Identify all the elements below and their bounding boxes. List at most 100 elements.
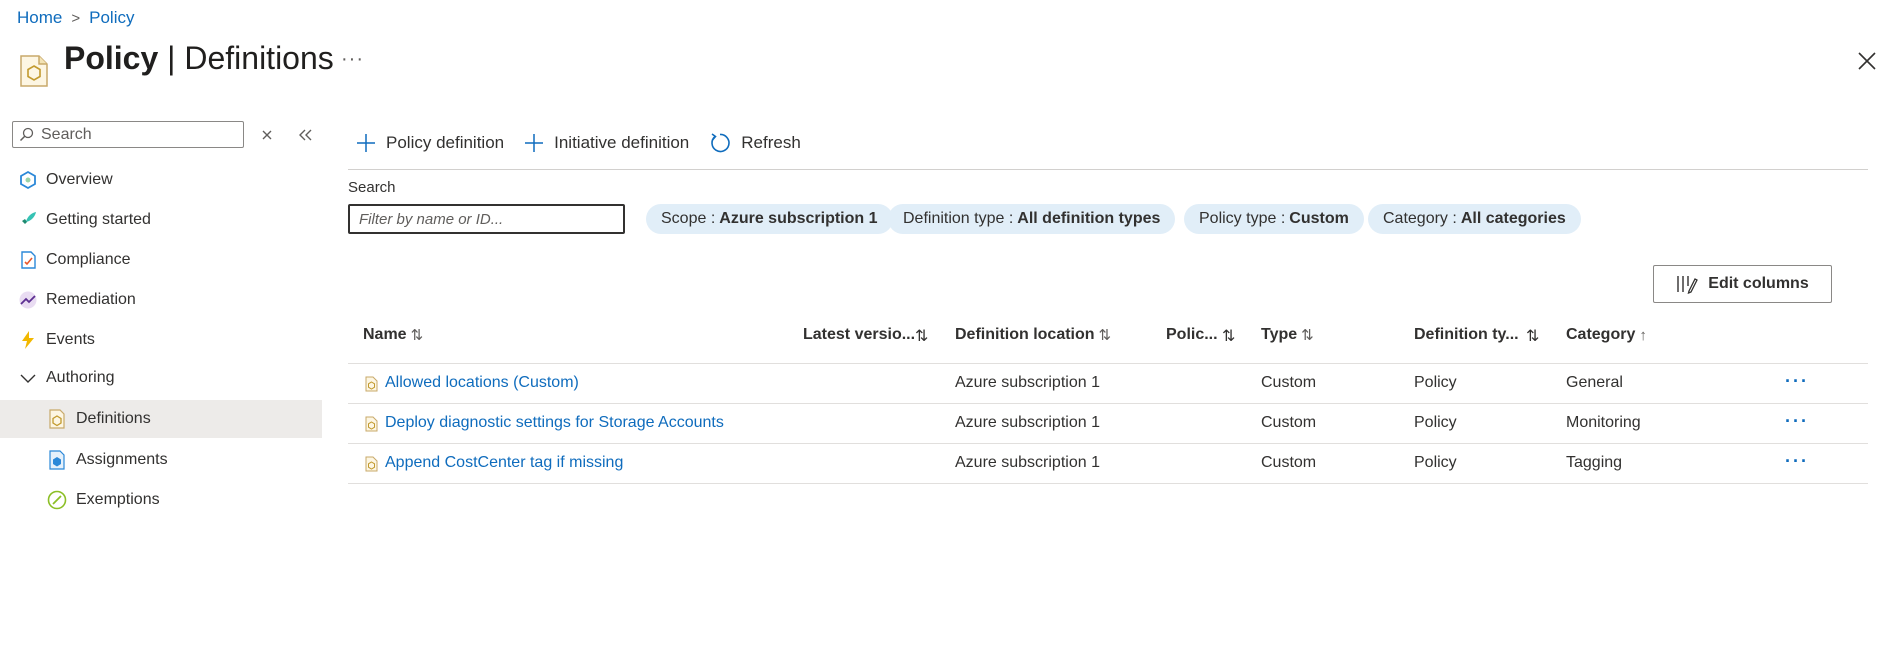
pill-key: Category : [1383, 210, 1457, 227]
sidebar-item-label: Exemptions [76, 491, 160, 508]
pill-value: Custom [1289, 210, 1349, 227]
definition-type-filter-pill[interactable]: Definition type : All definition types [888, 204, 1176, 234]
table-row-divider [348, 443, 1868, 444]
breadcrumb-separator: > [71, 9, 81, 27]
column-header-name[interactable]: Name ⇅ [363, 326, 423, 344]
new-initiative-definition-label: Initiative definition [554, 133, 690, 152]
pill-value: All definition types [1017, 210, 1161, 227]
sort-icon[interactable]: ⇅ [915, 326, 928, 346]
new-policy-definition-label: Policy definition [386, 133, 505, 152]
sidebar-item-label: Compliance [46, 251, 131, 268]
sidebar-item-compliance[interactable]: Compliance [0, 241, 322, 279]
lightning-icon [22, 331, 34, 349]
definition-icon [365, 376, 378, 392]
sidebar-item-getting-started[interactable]: Getting started [0, 201, 322, 239]
page-title-bold: Policy [64, 40, 159, 76]
refresh-icon [711, 133, 731, 153]
clear-search-icon[interactable] [258, 126, 276, 144]
breadcrumb-home-link[interactable]: Home [17, 8, 62, 28]
table-header-divider [348, 363, 1868, 364]
new-policy-definition-button[interactable]: Policy definition [356, 133, 504, 153]
definition-name-link[interactable]: Allowed locations (Custom) [385, 374, 579, 392]
sidebar-item-assignments[interactable]: Assignments [0, 441, 322, 479]
row-more-button[interactable]: ··· [1785, 411, 1809, 432]
table-row-divider [348, 483, 1868, 484]
new-initiative-definition-button[interactable]: Initiative definition [524, 133, 689, 153]
type-cell: Custom [1261, 414, 1317, 431]
column-header-definition-location[interactable]: Definition location ⇅ [955, 326, 1111, 344]
exemption-icon [47, 490, 67, 510]
definition-name-link[interactable]: Deploy diagnostic settings for Storage A… [385, 414, 724, 432]
sidebar-item-definitions[interactable]: Definitions [0, 400, 322, 438]
sidebar-search-box[interactable] [12, 121, 244, 148]
sidebar-item-label: Assignments [76, 451, 168, 468]
breadcrumb-policy-link[interactable]: Policy [89, 8, 134, 28]
column-header-label: Name [363, 326, 407, 343]
assignment-icon [49, 450, 65, 470]
sidebar-item-remediation[interactable]: Remediation [0, 281, 322, 319]
edit-columns-button[interactable]: Edit columns [1653, 265, 1832, 303]
definition-icon [49, 409, 65, 429]
definition-type-cell: Policy [1414, 374, 1457, 391]
policy-type-filter-pill[interactable]: Policy type : Custom [1184, 204, 1364, 234]
sidebar-search-input[interactable] [39, 124, 233, 145]
filter-search-input[interactable] [350, 206, 623, 232]
definition-type-cell: Policy [1414, 414, 1457, 431]
column-header-type[interactable]: Type ⇅ [1261, 326, 1314, 344]
column-header-definition-type[interactable]: Definition ty... [1414, 326, 1519, 344]
plus-icon [357, 134, 375, 152]
row-more-button[interactable]: ··· [1785, 451, 1809, 472]
page-title-rest: Definitions [184, 40, 334, 76]
rocket-icon [22, 212, 36, 226]
refresh-button[interactable]: Refresh [709, 132, 801, 154]
close-icon[interactable] [1856, 50, 1878, 72]
sidebar-item-label: Remediation [46, 291, 136, 308]
sort-ascending-icon: ↑ [1639, 326, 1647, 344]
page-title: Policy | Definitions [64, 40, 334, 77]
remediation-icon [19, 291, 37, 309]
sort-icon[interactable]: ⇅ [1526, 326, 1539, 346]
sidebar-item-events[interactable]: Events [0, 321, 322, 359]
row-more-button[interactable]: ··· [1785, 371, 1809, 392]
definition-icon [365, 416, 378, 432]
column-header-policy[interactable]: Polic... [1166, 326, 1218, 344]
sort-icon: ⇅ [1301, 327, 1314, 344]
toolbar-divider [348, 169, 1868, 170]
pill-value: Azure subscription 1 [719, 210, 878, 227]
collapse-sidebar-icon[interactable] [296, 126, 314, 144]
sidebar-item-label: Definitions [76, 410, 151, 427]
sidebar-item-overview[interactable]: Overview [0, 161, 322, 199]
category-cell: Tagging [1566, 454, 1623, 471]
column-header-label: Definition ty... [1414, 326, 1519, 343]
definition-name-link[interactable]: Append CostCenter tag if missing [385, 454, 623, 472]
pill-key: Scope : [661, 210, 716, 227]
filter-search-box[interactable] [348, 204, 625, 234]
category-filter-pill[interactable]: Category : All categories [1368, 204, 1581, 234]
definition-location-cell: Azure subscription 1 [955, 414, 1100, 431]
sort-icon[interactable]: ⇅ [1222, 326, 1235, 346]
sidebar-item-label: Events [46, 331, 95, 348]
sort-icon: ⇅ [410, 327, 424, 344]
search-icon [19, 127, 34, 142]
scope-filter-pill[interactable]: Scope : Azure subscription 1 [646, 204, 893, 234]
sidebar-group-authoring[interactable]: Authoring [0, 359, 322, 397]
pill-key: Policy type : [1199, 210, 1286, 227]
pill-key: Definition type : [903, 210, 1014, 227]
column-header-latest-version[interactable]: Latest versio... [803, 326, 915, 344]
column-header-label: Category [1566, 326, 1636, 343]
column-header-category[interactable]: Category ↑ [1566, 326, 1647, 344]
definition-type-cell: Policy [1414, 454, 1457, 471]
sidebar-item-exemptions[interactable]: Exemptions [0, 481, 322, 519]
edit-columns-label: Edit columns [1708, 275, 1809, 292]
chevron-down-icon [20, 374, 36, 383]
definition-location-cell: Azure subscription 1 [955, 374, 1100, 391]
sidebar-item-label: Overview [46, 171, 113, 188]
page-more-button[interactable]: ··· [341, 48, 364, 71]
definition-location-cell: Azure subscription 1 [955, 454, 1100, 471]
breadcrumb: Home > Policy [17, 8, 134, 28]
page-title-separator: | [158, 40, 185, 76]
type-cell: Custom [1261, 374, 1317, 391]
type-cell: Custom [1261, 454, 1317, 471]
category-cell: General [1566, 374, 1623, 391]
sort-icon: ⇅ [1098, 327, 1112, 344]
